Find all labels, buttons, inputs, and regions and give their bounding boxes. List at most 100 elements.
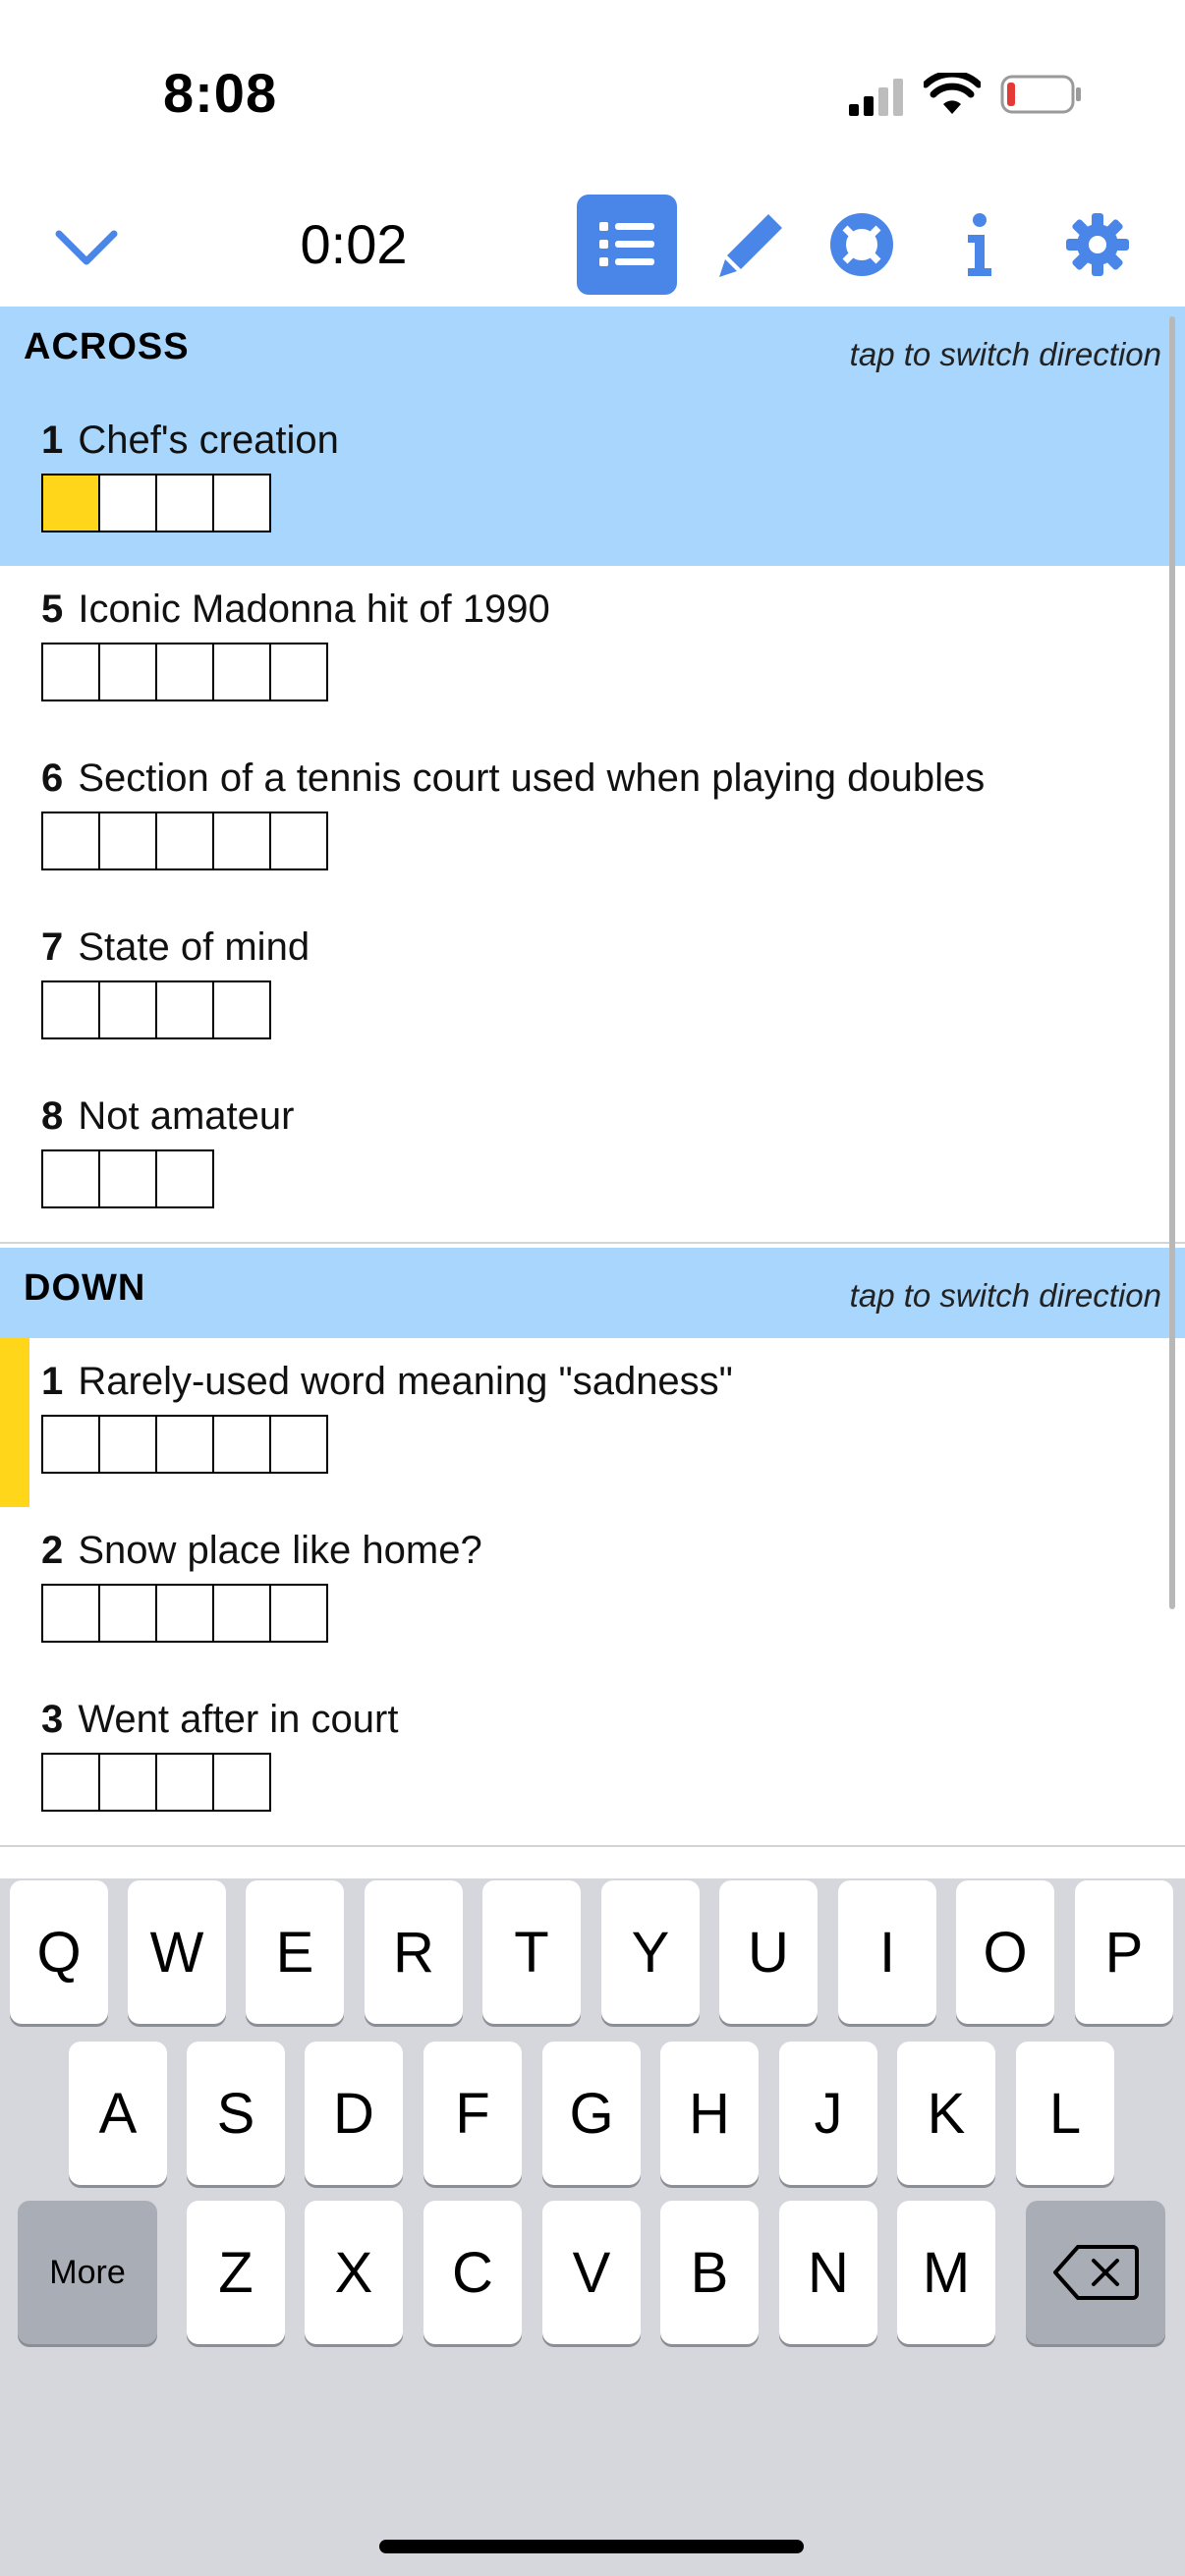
answer-cell[interactable]: [98, 1584, 157, 1643]
answer-cell[interactable]: [41, 1584, 100, 1643]
answer-cell[interactable]: [155, 1415, 214, 1474]
answer-boxes[interactable]: [41, 1415, 328, 1474]
answer-cell[interactable]: [212, 1415, 271, 1474]
answer-boxes[interactable]: [41, 1584, 328, 1643]
clue-down-3[interactable]: 3 Went after in court: [0, 1676, 1185, 1847]
answer-cell-current[interactable]: [41, 474, 100, 532]
answer-cell[interactable]: [41, 643, 100, 701]
answer-cell[interactable]: [41, 1415, 100, 1474]
answer-boxes[interactable]: [41, 1149, 214, 1208]
answer-cell[interactable]: [98, 474, 157, 532]
answer-cell[interactable]: [155, 474, 214, 532]
key-f[interactable]: F: [423, 2042, 522, 2185]
info-button[interactable]: [935, 200, 1024, 289]
clue-number: 1: [41, 419, 64, 462]
key-a[interactable]: A: [69, 2042, 167, 2185]
key-k[interactable]: K: [897, 2042, 995, 2185]
down-header[interactable]: DOWN tap to switch direction: [0, 1248, 1185, 1338]
key-g[interactable]: G: [542, 2042, 641, 2185]
answer-cell[interactable]: [98, 1753, 157, 1812]
key-o[interactable]: O: [956, 1880, 1054, 2024]
key-d[interactable]: D: [305, 2042, 403, 2185]
clue-across-5[interactable]: 5 Iconic Madonna hit of 1990: [0, 566, 1185, 737]
key-h[interactable]: H: [660, 2042, 759, 2185]
answer-cell[interactable]: [98, 980, 157, 1039]
answer-boxes[interactable]: [41, 1753, 271, 1812]
answer-cell[interactable]: [212, 1753, 271, 1812]
clue-list[interactable]: ACROSS tap to switch direction 1 Chef's …: [0, 307, 1185, 1878]
answer-cell[interactable]: [212, 980, 271, 1039]
pencil-mode-button[interactable]: [707, 200, 796, 289]
answer-cell[interactable]: [212, 643, 271, 701]
answer-cell[interactable]: [212, 474, 271, 532]
clue-label: 1 Rarely-used word meaning "sadness": [41, 1360, 733, 1404]
clue-list-scrollbar[interactable]: [1169, 316, 1175, 1609]
clue-across-1[interactable]: 1 Chef's creation: [0, 397, 1185, 568]
clue-down-2[interactable]: 2 Snow place like home?: [0, 1507, 1185, 1678]
clue-number: 5: [41, 588, 64, 631]
key-u[interactable]: U: [719, 1880, 818, 2024]
answer-cell[interactable]: [155, 980, 214, 1039]
key-t[interactable]: T: [482, 1880, 581, 2024]
answer-cell[interactable]: [212, 812, 271, 870]
clue-across-8[interactable]: 8 Not amateur: [0, 1073, 1185, 1244]
answer-cell[interactable]: [269, 1415, 328, 1474]
info-icon: [968, 213, 991, 276]
settings-button[interactable]: [1053, 200, 1142, 289]
answer-cell[interactable]: [98, 1415, 157, 1474]
clue-list-button[interactable]: [577, 195, 677, 295]
key-n[interactable]: N: [779, 2201, 877, 2344]
answer-cell[interactable]: [41, 812, 100, 870]
key-m[interactable]: M: [897, 2201, 995, 2344]
clue-across-6[interactable]: 6 Section of a tennis court used when pl…: [0, 735, 1185, 906]
answer-cell[interactable]: [98, 643, 157, 701]
answer-cell[interactable]: [98, 1149, 157, 1208]
key-j[interactable]: J: [779, 2042, 877, 2185]
answer-cell[interactable]: [41, 980, 100, 1039]
key-l[interactable]: L: [1016, 2042, 1114, 2185]
answer-cell[interactable]: [155, 1753, 214, 1812]
clue-text: Chef's creation: [78, 419, 339, 462]
answer-boxes[interactable]: [41, 812, 328, 870]
answer-cell[interactable]: [269, 812, 328, 870]
key-c[interactable]: C: [423, 2201, 522, 2344]
key-r[interactable]: R: [365, 1880, 463, 2024]
delete-key[interactable]: [1026, 2201, 1165, 2344]
key-q[interactable]: Q: [10, 1880, 108, 2024]
key-e[interactable]: E: [246, 1880, 344, 2024]
clue-number: 7: [41, 925, 64, 969]
answer-cell[interactable]: [155, 812, 214, 870]
key-i[interactable]: I: [838, 1880, 936, 2024]
key-v[interactable]: V: [542, 2201, 641, 2344]
answer-cell[interactable]: [155, 643, 214, 701]
help-button[interactable]: [818, 200, 906, 289]
answer-cell[interactable]: [269, 643, 328, 701]
answer-cell[interactable]: [155, 1149, 214, 1208]
across-header[interactable]: ACROSS tap to switch direction: [0, 307, 1185, 397]
answer-boxes[interactable]: [41, 980, 271, 1039]
puzzle-timer[interactable]: 0:02: [255, 212, 452, 276]
answer-cell[interactable]: [212, 1584, 271, 1643]
answer-cell[interactable]: [155, 1584, 214, 1643]
clue-label: 7 State of mind: [41, 925, 310, 970]
clue-number: 8: [41, 1094, 64, 1138]
answer-cell[interactable]: [41, 1753, 100, 1812]
key-z[interactable]: Z: [187, 2201, 285, 2344]
key-y[interactable]: Y: [601, 1880, 700, 2024]
home-indicator[interactable]: [379, 2540, 804, 2553]
key-p[interactable]: P: [1075, 1880, 1173, 2024]
down-title: DOWN: [24, 1267, 146, 1309]
answer-cell[interactable]: [98, 812, 157, 870]
collapse-button[interactable]: [47, 208, 126, 287]
answer-cell[interactable]: [41, 1149, 100, 1208]
key-w[interactable]: W: [128, 1880, 226, 2024]
key-x[interactable]: X: [305, 2201, 403, 2344]
more-key[interactable]: More: [18, 2201, 157, 2344]
answer-boxes[interactable]: [41, 643, 328, 701]
key-b[interactable]: B: [660, 2201, 759, 2344]
clue-down-1[interactable]: 1 Rarely-used word meaning "sadness": [0, 1338, 1185, 1509]
answer-cell[interactable]: [269, 1584, 328, 1643]
answer-boxes[interactable]: [41, 474, 271, 532]
key-s[interactable]: S: [187, 2042, 285, 2185]
clue-across-7[interactable]: 7 State of mind: [0, 904, 1185, 1075]
